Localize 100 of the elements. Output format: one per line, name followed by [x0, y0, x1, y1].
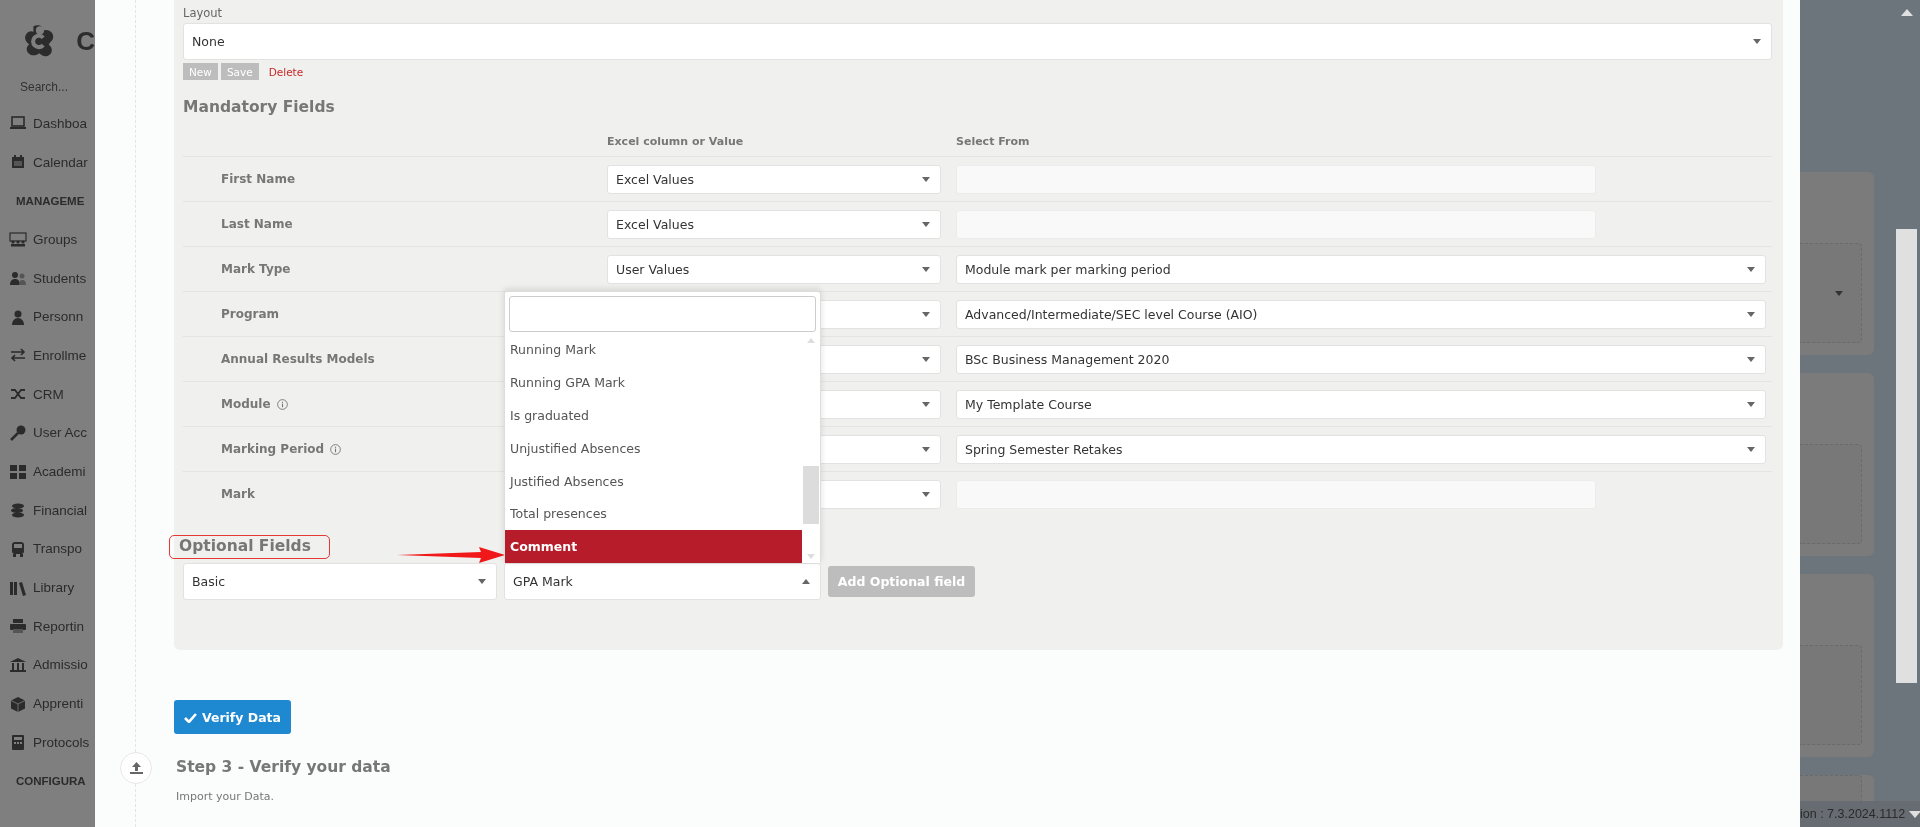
- check-icon: [184, 711, 197, 723]
- field-label: Layout: [183, 6, 224, 22]
- caret-icon: [1747, 356, 1755, 362]
- search-field[interactable]: Search...: [20, 80, 90, 94]
- source-select[interactable]: Excel Values: [607, 209, 941, 239]
- section-heading: Mandatory Fields: [183, 98, 336, 116]
- dropdown-option[interactable]: Comment: [505, 530, 802, 563]
- user-icon: [9, 308, 27, 325]
- field-label: Mark: [221, 487, 255, 501]
- select-value: Excel Values: [616, 171, 694, 187]
- nav-item[interactable]: Enrollme: [0, 336, 95, 375]
- value-select[interactable]: Advanced/Intermediate/SEC level Course (AIO): [956, 299, 1766, 329]
- section-heading: MANAGEME: [15, 193, 86, 209]
- laptop-icon: [9, 115, 27, 132]
- caret-icon: [1835, 290, 1843, 296]
- nav-item[interactable]: Students: [0, 258, 95, 298]
- value-select[interactable]: Module mark per marking period: [956, 254, 1766, 284]
- source-select[interactable]: User Values: [607, 254, 941, 284]
- calculator-icon: [9, 734, 27, 751]
- printer-icon: [9, 618, 27, 635]
- value-select[interactable]: My Template Course: [956, 389, 1766, 419]
- select-value: BSc Business Management 2020: [965, 351, 1170, 367]
- nav-item[interactable]: Reportin: [0, 606, 95, 646]
- value-select[interactable]: BSc Business Management 2020: [956, 344, 1766, 374]
- select-value: Advanced/Intermediate/SEC level Course (AIO): [965, 306, 1258, 322]
- caret-icon: [922, 176, 930, 182]
- caret-icon[interactable]: [1909, 810, 1920, 818]
- nav-item[interactable]: Academi: [0, 452, 95, 491]
- step-title: Step 3 - Verify your data: [176, 757, 391, 778]
- dropdown-option[interactable]: Justified Absences: [505, 464, 802, 498]
- users-icon: [9, 270, 27, 287]
- section-heading: CONFIGURA: [15, 774, 87, 790]
- field-label: First Name: [221, 172, 296, 186]
- nav-item[interactable]: Calendar: [0, 142, 95, 182]
- coins-icon: [9, 502, 27, 519]
- step-description: Import your Data.: [176, 790, 275, 803]
- field-label: Mark Type: [221, 262, 291, 276]
- nav-item[interactable]: Library: [0, 568, 95, 607]
- caret-icon: [922, 221, 930, 227]
- nav-item[interactable]: Dashboa: [0, 104, 95, 143]
- calendar-icon: [9, 154, 27, 171]
- caret-icon: [922, 266, 930, 272]
- scrollbar[interactable]: [1896, 229, 1917, 683]
- field-label: Module: [221, 397, 271, 411]
- caret-icon: [478, 579, 486, 584]
- delete-link[interactable]: Delete: [268, 65, 304, 78]
- field-label: Last Name: [221, 217, 293, 231]
- caret-icon: [1753, 39, 1761, 44]
- dropdown-option[interactable]: Unjustified Absences: [505, 431, 802, 465]
- column-header: Select From: [956, 134, 1031, 148]
- nav-item[interactable]: Admissio: [0, 645, 95, 685]
- scroll-up-icon[interactable]: [1901, 9, 1913, 16]
- caret-icon: [922, 401, 930, 407]
- dropdown-option[interactable]: Running Mark: [505, 334, 802, 367]
- caret-icon: [1747, 311, 1755, 317]
- dropdown-option[interactable]: Running GPA Mark: [505, 366, 802, 399]
- column-header: Excel column or Value: [607, 134, 745, 148]
- bank-icon: [9, 656, 27, 673]
- select-value: Excel Values: [616, 216, 694, 232]
- search-field[interactable]: [509, 296, 816, 332]
- field-label: Annual Results Models: [221, 352, 375, 366]
- nav-item[interactable]: Personn: [0, 297, 95, 337]
- caret-icon: [807, 338, 815, 343]
- caret-icon: [1747, 266, 1755, 272]
- layout-select[interactable]: None: [183, 23, 1772, 60]
- value-select[interactable]: Spring Semester Retakes: [956, 434, 1766, 464]
- info-icon: [276, 398, 288, 410]
- scrollbar-thumb[interactable]: [803, 466, 819, 524]
- logo-text: C: [76, 25, 95, 57]
- caret-icon: [922, 446, 930, 452]
- verify-data-button[interactable]: Verify Data: [174, 700, 291, 734]
- nav-item[interactable]: Groups: [0, 220, 95, 259]
- group-select[interactable]: Basic: [183, 563, 497, 600]
- nav-item[interactable]: Transpo: [0, 529, 95, 569]
- box-icon: [9, 695, 27, 712]
- caret-icon: [922, 311, 930, 317]
- select-value: Module mark per marking period: [965, 261, 1171, 277]
- info-icon: [330, 443, 342, 455]
- caret-icon: [922, 356, 930, 362]
- caret-icon: [922, 491, 930, 497]
- key-icon: [9, 424, 27, 441]
- select-value: Basic: [192, 574, 226, 589]
- source-select[interactable]: Excel Values: [607, 164, 941, 194]
- field-select[interactable]: GPA Mark: [504, 563, 821, 600]
- dropdown-option[interactable]: Total presences: [505, 497, 802, 531]
- select-value: Spring Semester Retakes: [965, 441, 1123, 457]
- select-value: User Values: [616, 261, 690, 277]
- nav-item[interactable]: Financial: [0, 490, 95, 530]
- group-icon: [9, 231, 27, 248]
- dropdown-option[interactable]: Is graduated: [505, 399, 802, 432]
- books-icon: [9, 579, 27, 596]
- nav-item[interactable]: Apprenti: [0, 684, 95, 723]
- nav-item[interactable]: User Acc: [0, 413, 95, 453]
- field-label: Marking Period: [221, 442, 325, 456]
- nav-item[interactable]: Protocols: [0, 723, 95, 762]
- nav-item[interactable]: CRM: [0, 374, 95, 414]
- select-value: GPA Mark: [513, 574, 573, 589]
- select-value: None: [192, 34, 225, 49]
- caret-icon: [807, 554, 815, 559]
- grid-icon: [9, 463, 27, 480]
